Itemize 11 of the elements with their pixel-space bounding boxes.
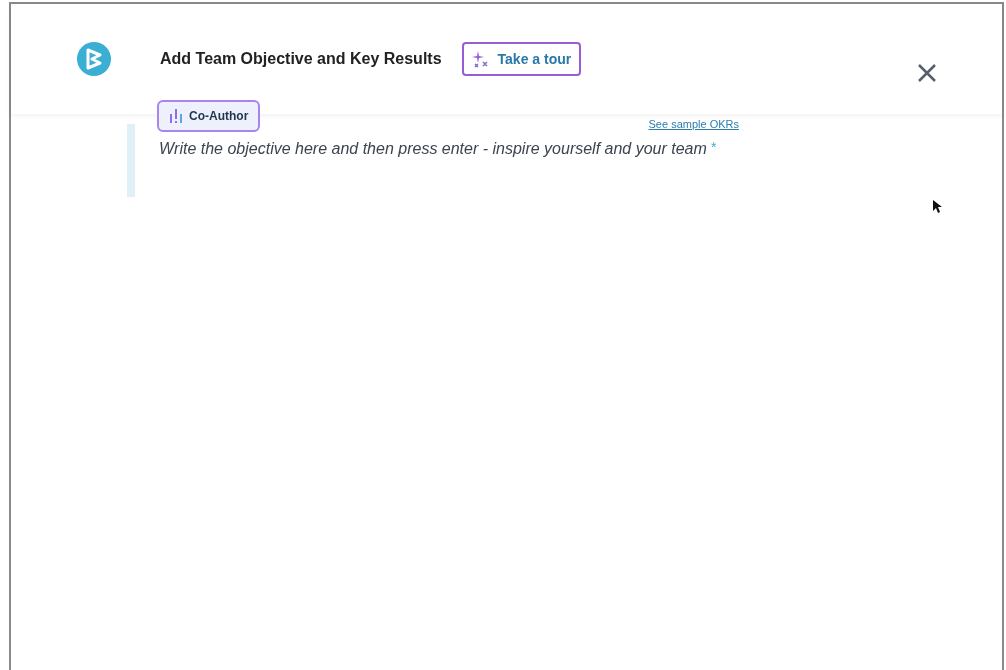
dialog-title: Add Team Objective and Key Results bbox=[160, 49, 442, 69]
mouse-cursor-icon bbox=[933, 200, 942, 214]
co-author-button[interactable]: Co-Author bbox=[157, 100, 261, 132]
required-asterisk: * bbox=[711, 137, 717, 157]
take-a-tour-button[interactable]: Take a tour bbox=[461, 42, 582, 76]
sparkle-icon bbox=[471, 50, 490, 68]
close-icon[interactable] bbox=[917, 63, 937, 83]
co-author-icon bbox=[169, 108, 183, 124]
objective-field[interactable]: Write the objective here and then press enter - inspire yourself and your team bbox=[159, 136, 711, 161]
see-sample-okrs-link[interactable]: See sample OKRs bbox=[648, 116, 739, 133]
logo-icon bbox=[77, 42, 111, 76]
